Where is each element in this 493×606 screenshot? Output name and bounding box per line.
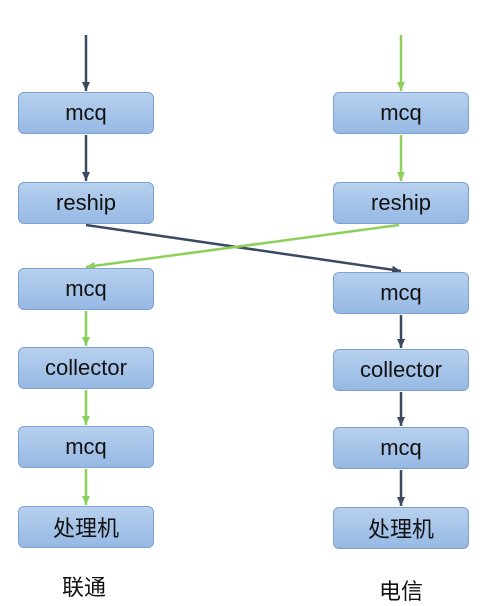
right-processor-box: 处理机 bbox=[333, 507, 469, 549]
right-mcq-box-3-label: mcq bbox=[380, 435, 422, 460]
right-mcq-box-2: mcq bbox=[333, 272, 469, 314]
left-collector-box: collector bbox=[18, 347, 154, 389]
left-column-label: 联通 bbox=[61, 576, 106, 601]
left-mcq-box-2: mcq bbox=[18, 268, 154, 310]
left-reship-box-label: reship bbox=[56, 190, 116, 215]
right-reship-box: reship bbox=[333, 182, 469, 224]
left-mcq-box-3: mcq bbox=[18, 426, 154, 468]
left-collector-box-label: collector bbox=[45, 355, 127, 380]
right-collector-box-label: collector bbox=[360, 357, 442, 382]
left-mcq-box-3-label: mcq bbox=[65, 434, 107, 459]
left-mcq-box-2-label: mcq bbox=[65, 276, 107, 301]
right-reship-box-label: reship bbox=[371, 190, 431, 215]
right-mcq-box-3: mcq bbox=[333, 427, 469, 469]
left-mcq-box-1-label: mcq bbox=[65, 100, 107, 125]
right-collector-box: collector bbox=[333, 349, 469, 391]
left-processor-box: 处理机 bbox=[18, 506, 154, 548]
right-column-label: 电信 bbox=[378, 580, 423, 605]
right-mcq-box-1-label: mcq bbox=[380, 100, 422, 125]
right-mcq-box-1: mcq bbox=[333, 92, 469, 134]
right-mcq-box-2-label: mcq bbox=[380, 280, 422, 305]
right-processor-box-label: 处理机 bbox=[367, 518, 434, 543]
left-reship-box: reship bbox=[18, 182, 154, 224]
left-processor-box-label: 处理机 bbox=[52, 517, 119, 542]
left-mcq-box-1: mcq bbox=[18, 92, 154, 134]
